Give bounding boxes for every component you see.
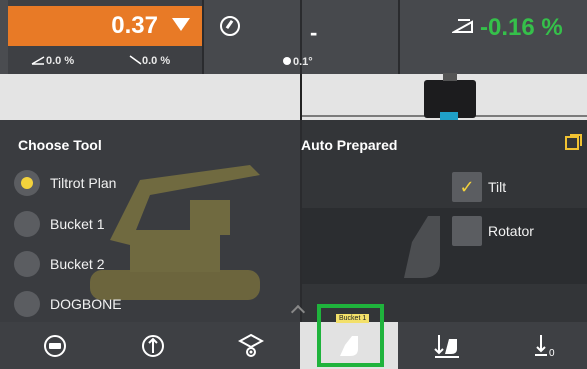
choose-tool-title: Choose Tool [18,137,102,153]
open-external-icon[interactable] [565,134,582,150]
option-rotator[interactable]: Rotator [452,216,534,246]
bucket-preview-band [302,208,587,284]
svg-text:0: 0 [549,348,555,359]
profile-view [0,74,587,120]
main-slope-icon [129,55,142,65]
tool-option-dogbone[interactable]: DOGBONE [14,291,122,317]
view-icon [238,333,264,357]
bearing-value: 0.1° [293,56,313,68]
radio-icon[interactable] [14,291,40,317]
tool-option-tiltrot-plan[interactable]: Tiltrot Plan [14,170,116,196]
bucket-tooltip: Bucket 1 [336,314,370,323]
bucket-zero-button[interactable]: 0 [496,322,587,369]
chevron-down-icon[interactable] [172,18,190,31]
bucket-zero-icon: 0 [535,334,555,359]
option-tilt[interactable]: ✓ Tilt [452,172,506,202]
compass-icon [220,16,240,36]
tool-option-label: DOGBONE [50,296,122,312]
tool-option-label: Bucket 2 [50,256,105,272]
heading-icon [283,57,291,65]
auto-prepared-title: Auto Prepared [301,137,398,153]
cross-slope-icon [31,56,45,65]
grade-value: -0.16 % [480,14,563,41]
checkmark-icon[interactable]: ✓ [452,172,482,202]
tool-option-bucket-1[interactable]: Bucket 1 [14,211,104,237]
guidance-button[interactable] [104,322,202,369]
tool-option-label: Bucket 1 [50,216,105,232]
keyboard-button[interactable] [6,322,104,369]
guidance-icon [142,334,164,357]
bucket-preview-image [404,216,440,278]
bucket-tilt-button[interactable] [398,322,496,369]
profile-divider [300,74,302,120]
radio-selected-icon[interactable] [14,170,40,196]
radio-icon[interactable] [14,251,40,277]
grade-icon [452,19,473,33]
tool-option-label: Tiltrot Plan [50,175,117,191]
main-slope-value: 0.0 % [142,55,171,67]
keyboard-icon [44,334,66,357]
option-label: Rotator [488,223,534,239]
tool-option-bucket-2[interactable]: Bucket 2 [14,251,104,277]
bucket-tilt-icon [434,334,459,358]
radio-icon[interactable] [14,211,40,237]
cross-slope-value: 0.0 % [46,55,75,67]
distance-value: - [310,20,318,45]
checkbox-icon[interactable] [452,216,482,246]
view-button[interactable] [202,322,300,369]
option-label: Tilt [488,179,507,195]
